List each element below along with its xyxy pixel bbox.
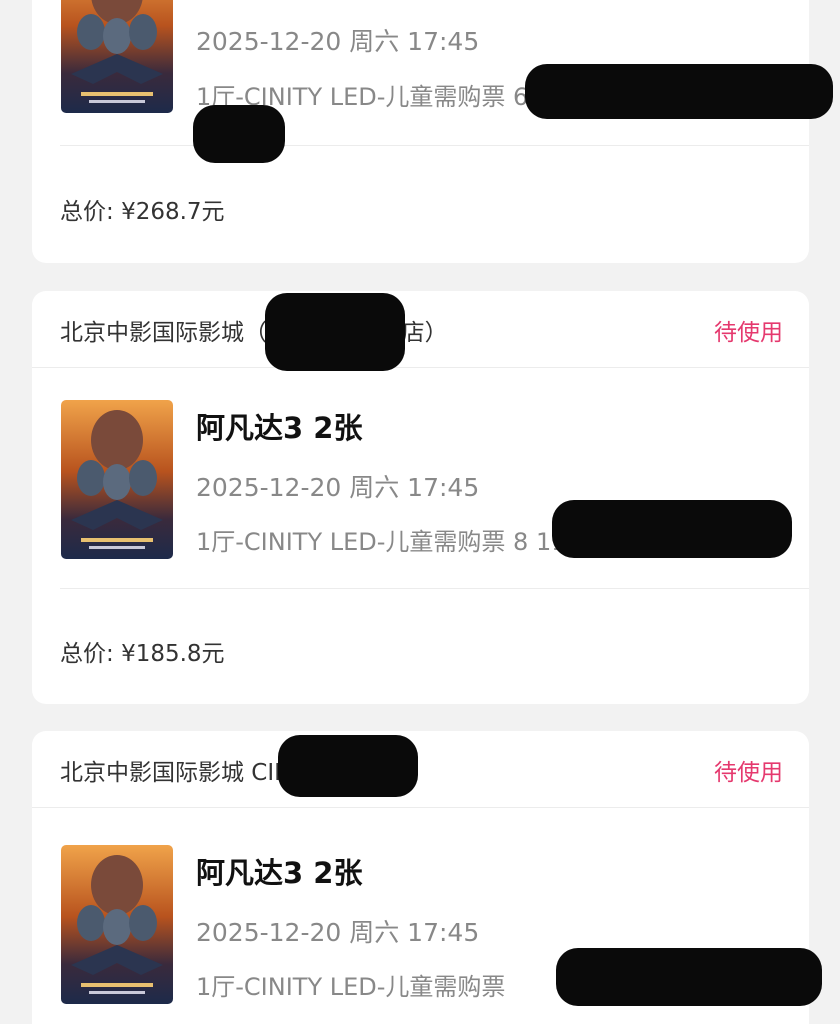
- redaction-mark: [278, 735, 418, 797]
- movie-title: 阿凡达3 2张: [196, 411, 363, 445]
- movie-poster[interactable]: [61, 400, 173, 559]
- redaction-mark: [552, 500, 792, 558]
- total-price: 总价: ¥268.7元: [60, 192, 225, 226]
- total-value: ¥268.7元: [121, 199, 225, 225]
- order-status-badge: 待使用: [714, 760, 783, 786]
- total-value: ¥185.8元: [121, 641, 225, 667]
- poster-image: [61, 0, 173, 113]
- redaction-mark: [556, 948, 822, 1006]
- poster-image: [61, 845, 173, 1004]
- redaction-mark: [525, 64, 833, 119]
- divider: [60, 588, 809, 589]
- card-header[interactable]: 北京中影国际影城（ CINITY LED店） 待使用: [32, 291, 809, 368]
- movie-title: 阿凡达3 2张: [196, 856, 363, 890]
- order-card[interactable]: 2025-12-20 周六 17:45 1厅-CINITY LED-儿童需购票 …: [32, 0, 809, 263]
- poster-image: [61, 400, 173, 559]
- total-price: 总价: ¥185.8元: [60, 634, 225, 668]
- redaction-mark: [193, 105, 285, 163]
- order-card[interactable]: 北京中影国际影城（ CINITY LED店） 待使用 阿凡达3 2张 2025-…: [32, 291, 809, 704]
- showtime: 2025-12-20 周六 17:45: [196, 27, 480, 56]
- hall-seat-info: 1厅-CINITY LED-儿童需购票: [196, 973, 506, 1001]
- card-header[interactable]: 北京中影国际影城 CINITY LED店） 待使用: [32, 731, 809, 808]
- total-label: 总价:: [60, 199, 114, 225]
- movie-poster[interactable]: [61, 0, 173, 113]
- hall-seat-info: 1厅-CINITY LED-儿童需购票 8 11座: [196, 528, 591, 556]
- divider: [60, 145, 809, 146]
- showtime: 2025-12-20 周六 17:45: [196, 918, 480, 947]
- order-status-badge: 待使用: [714, 320, 783, 346]
- total-label: 总价:: [60, 641, 114, 667]
- redaction-mark: [265, 293, 405, 371]
- movie-poster[interactable]: [61, 845, 173, 1004]
- showtime: 2025-12-20 周六 17:45: [196, 473, 480, 502]
